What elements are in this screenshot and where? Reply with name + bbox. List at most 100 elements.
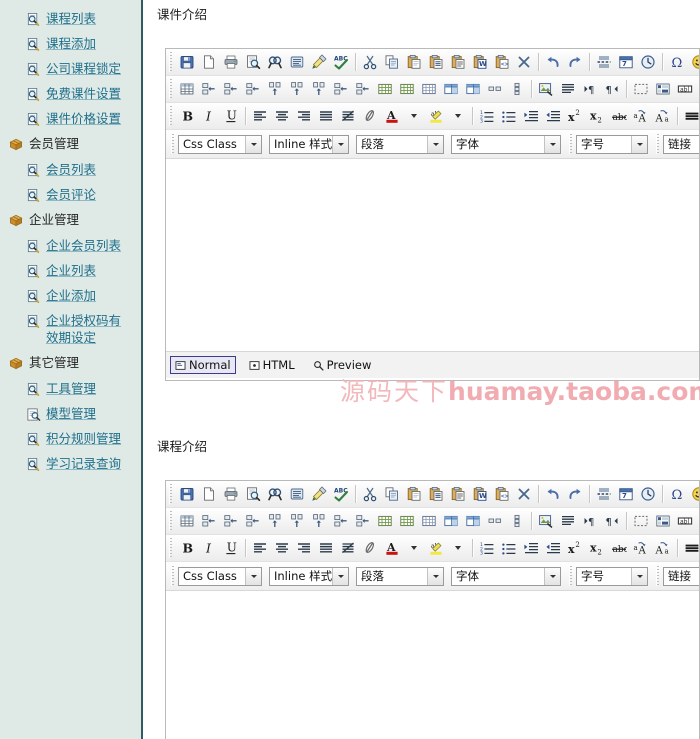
highlight-color-icon[interactable]: ab — [425, 105, 447, 127]
insert-time-icon[interactable] — [637, 483, 659, 505]
chevron-down-icon[interactable] — [544, 567, 560, 585]
find-icon[interactable] — [264, 483, 286, 505]
password-field-icon[interactable]: ** — [696, 510, 699, 532]
sidebar-item-3-1[interactable]: 模型管理 — [0, 401, 141, 426]
font-color-icon[interactable]: A — [381, 105, 403, 127]
emoticon-icon[interactable] — [688, 483, 699, 505]
css-class-select[interactable]: Css Class — [178, 134, 262, 154]
chevron-down-icon[interactable] — [631, 135, 647, 153]
course-intro-editor[interactable]: ABCW<>7Ω¶¶abl**BIUAab123x2x2abcaAAaCss C… — [165, 480, 700, 739]
paste-icon[interactable] — [403, 483, 425, 505]
lowercase-icon[interactable]: Aa — [652, 537, 674, 559]
uppercase-icon[interactable]: aA — [630, 537, 652, 559]
paste-text-icon[interactable] — [425, 51, 447, 73]
sidebar-item-0-2[interactable]: 公司课程锁定 — [0, 56, 141, 81]
insert-date-icon[interactable]: 7 — [615, 483, 637, 505]
sidebar-group-2[interactable]: 企业管理 — [0, 207, 141, 233]
sidebar-item-3-3[interactable]: 学习记录查询 — [0, 451, 141, 476]
redo-icon[interactable] — [564, 483, 586, 505]
insert-table-icon[interactable] — [176, 510, 198, 532]
ordered-list-icon[interactable]: 123 — [476, 537, 498, 559]
chevron-down-icon[interactable] — [427, 135, 443, 153]
table-width-icon[interactable] — [484, 78, 506, 100]
superscript-icon[interactable]: x2 — [564, 537, 586, 559]
toolbar-grip[interactable] — [171, 566, 175, 586]
print-preview-icon[interactable] — [242, 51, 264, 73]
insert-table-icon[interactable] — [176, 78, 198, 100]
table-fill-icon[interactable] — [440, 78, 462, 100]
split-cell-icon[interactable] — [352, 78, 374, 100]
table-properties-icon[interactable] — [374, 78, 396, 100]
save-icon[interactable] — [176, 51, 198, 73]
align-distribute-icon[interactable] — [337, 537, 359, 559]
merge-cells-icon[interactable] — [330, 510, 352, 532]
undo-icon[interactable] — [542, 483, 564, 505]
checkbox-icon[interactable] — [652, 510, 674, 532]
highlight-color-icon[interactable]: ab — [425, 537, 447, 559]
page-break-icon[interactable] — [593, 483, 615, 505]
rtl-icon[interactable]: ¶ — [601, 78, 623, 100]
editor-content-area[interactable] — [166, 591, 699, 736]
paragraph-select[interactable]: 段落 — [356, 566, 444, 586]
remove-format-icon[interactable] — [513, 51, 535, 73]
chevron-down-icon[interactable] — [332, 567, 348, 585]
font-family-select[interactable]: 字体 — [451, 566, 561, 586]
toolbar-grip[interactable] — [569, 566, 573, 586]
italic-icon[interactable]: I — [198, 537, 220, 559]
toolbar-grip[interactable] — [569, 134, 573, 154]
undo-icon[interactable] — [542, 51, 564, 73]
outdent-icon[interactable] — [542, 537, 564, 559]
format-painter-icon[interactable] — [308, 483, 330, 505]
table-fill-icon[interactable] — [440, 510, 462, 532]
underline-icon[interactable]: U — [220, 537, 242, 559]
table-rows-icon[interactable] — [506, 78, 528, 100]
delete-row-icon[interactable] — [308, 78, 330, 100]
insert-column-right-icon[interactable] — [220, 78, 242, 100]
page-break-icon[interactable] — [593, 51, 615, 73]
align-right-icon[interactable] — [293, 105, 315, 127]
copy-icon[interactable] — [381, 51, 403, 73]
editor-content-area[interactable] — [166, 159, 699, 351]
indent-icon[interactable] — [520, 105, 542, 127]
align-right-icon[interactable] — [293, 537, 315, 559]
sidebar-item-2-0[interactable]: 企业会员列表 — [0, 233, 141, 258]
rtl-icon[interactable]: ¶ — [601, 510, 623, 532]
paste-text-icon[interactable] — [425, 483, 447, 505]
align-center-icon[interactable] — [271, 537, 293, 559]
find-icon[interactable] — [264, 51, 286, 73]
justify-block-icon[interactable] — [557, 78, 579, 100]
cut-icon[interactable] — [359, 51, 381, 73]
table-split-icon[interactable] — [462, 78, 484, 100]
insert-column-left-icon[interactable] — [198, 78, 220, 100]
chevron-down-icon[interactable] — [332, 135, 348, 153]
justify-block-icon[interactable] — [557, 510, 579, 532]
outdent-icon[interactable] — [542, 105, 564, 127]
strikethrough-icon[interactable]: abc — [608, 537, 630, 559]
ltr-icon[interactable]: ¶ — [579, 510, 601, 532]
font-color-icon[interactable]: A — [381, 537, 403, 559]
table-split-icon[interactable] — [462, 510, 484, 532]
align-justify-icon[interactable] — [315, 105, 337, 127]
unordered-list-icon[interactable] — [498, 537, 520, 559]
cut-icon[interactable] — [359, 483, 381, 505]
editor-tab-normal[interactable]: Normal — [170, 356, 236, 374]
paste-icon[interactable] — [403, 51, 425, 73]
align-left-icon[interactable] — [249, 105, 271, 127]
password-field-icon[interactable]: ** — [696, 78, 699, 100]
special-character-icon[interactable]: Ω — [666, 483, 688, 505]
merge-cells-icon[interactable] — [330, 78, 352, 100]
italic-icon[interactable]: I — [198, 105, 220, 127]
table-style-icon[interactable] — [418, 78, 440, 100]
chevron-down-icon[interactable] — [427, 567, 443, 585]
replace-icon[interactable] — [286, 483, 308, 505]
cell-properties-icon[interactable] — [396, 78, 418, 100]
table-width-icon[interactable] — [484, 510, 506, 532]
sidebar-item-3-0[interactable]: 工具管理 — [0, 376, 141, 401]
subscript-icon[interactable]: x2 — [586, 537, 608, 559]
toolbar-grip[interactable] — [169, 538, 173, 558]
textfield-icon[interactable]: abl — [674, 78, 696, 100]
paste-plain-icon[interactable] — [447, 51, 469, 73]
special-character-icon[interactable]: Ω — [666, 51, 688, 73]
unordered-list-icon[interactable] — [498, 105, 520, 127]
css-class-select[interactable]: Css Class — [178, 566, 262, 586]
